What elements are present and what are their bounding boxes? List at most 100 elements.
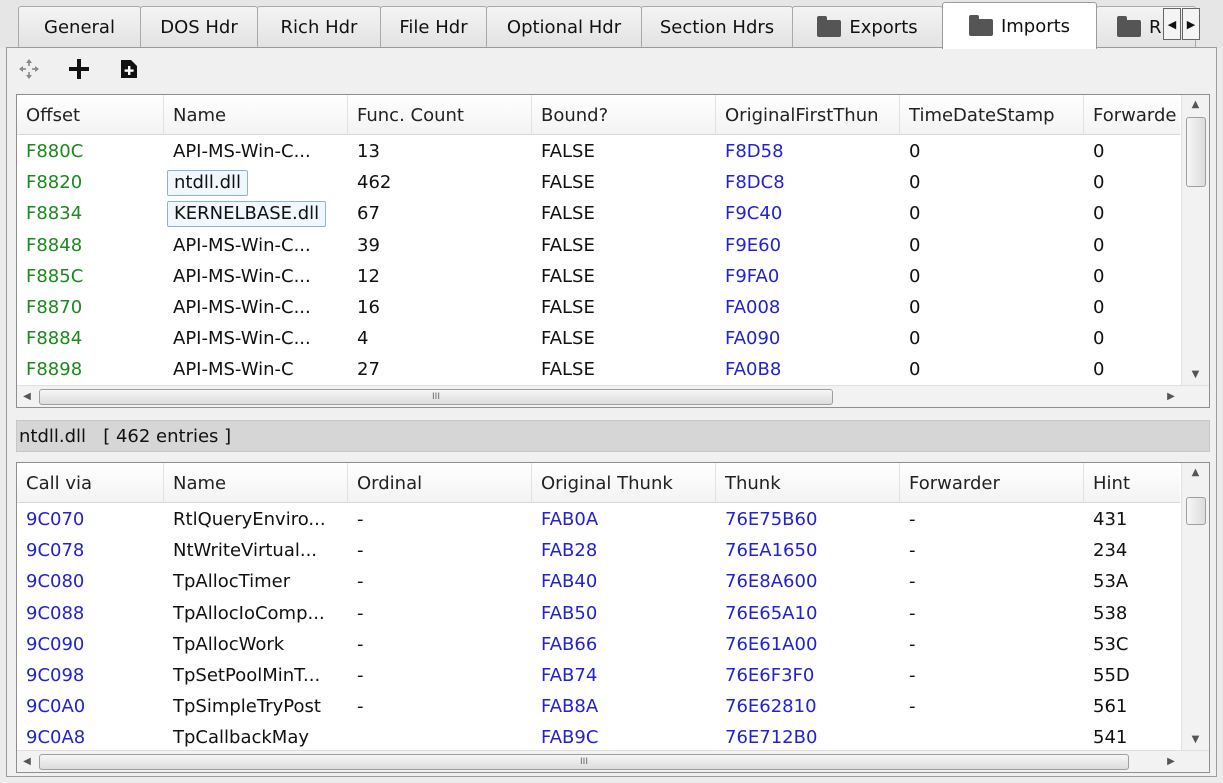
call-via-cell[interactable]: 9C0A0	[17, 690, 164, 721]
tab-dos-hdr[interactable]: DOS Hdr	[140, 6, 258, 48]
tab-scroll-left-button[interactable]: ◀	[1163, 8, 1181, 40]
table-row[interactable]: F8884 API-MS-Win-C... 4 FALSE FA090 0 0	[17, 322, 1180, 353]
functions-vertical-scrollbar[interactable]: ▲ ▼	[1181, 463, 1209, 750]
table-row[interactable]: F880C API-MS-Win-C... 13 FALSE F8D58 0 0	[17, 135, 1180, 166]
table-row[interactable]: F8898 API-MS-Win-C 27 FALSE FA0B8 0 0	[17, 353, 1180, 384]
tab-resources[interactable]: R	[1096, 6, 1196, 48]
name-cell: TpAllocWork	[173, 633, 285, 655]
column-header-forwarder[interactable]: Forwarde	[1084, 95, 1180, 135]
scroll-up-icon[interactable]: ▲	[1182, 95, 1209, 115]
scroll-left-icon[interactable]: ◀	[17, 751, 37, 772]
call-via-cell[interactable]: 9C0A8	[17, 721, 164, 750]
scroll-up-icon[interactable]: ▲	[1182, 463, 1209, 483]
original-first-thunk-cell[interactable]: F9C40	[716, 197, 900, 228]
column-header-ordinal[interactable]: Ordinal	[348, 463, 532, 503]
original-thunk-cell[interactable]: FAB74	[532, 659, 716, 690]
thunk-cell[interactable]: 76E8A600	[716, 565, 900, 596]
table-row[interactable]: 9C0A8 TpCallbackMay FAB9C 76E712B0 541	[17, 721, 1180, 750]
thunk-cell[interactable]: 76EA1650	[716, 534, 900, 565]
imports-horizontal-scrollbar[interactable]: ◀ III ▶	[17, 385, 1209, 407]
column-header-forwarder[interactable]: Forwarder	[900, 463, 1084, 503]
add-file-button[interactable]	[115, 55, 143, 83]
table-row[interactable]: 9C0A0 TpSimpleTryPost - FAB8A 76E62810 -…	[17, 690, 1180, 721]
tab-general[interactable]: General	[18, 6, 141, 48]
thunk-cell[interactable]: 76E75B60	[716, 503, 900, 534]
name-edit-box[interactable]: KERNELBASE.dll	[167, 201, 327, 228]
name-edit-box[interactable]: ntdll.dll	[167, 170, 249, 197]
table-row[interactable]: F8820 ntdll.dll 462 FALSE F8DC8 0 0	[17, 166, 1180, 197]
column-header-offset[interactable]: Offset	[17, 95, 164, 135]
column-header-call-via[interactable]: Call via	[17, 463, 164, 503]
original-first-thunk-cell[interactable]: FA0B8	[716, 353, 900, 384]
table-row[interactable]: F8834 KERNELBASE.dll 67 FALSE F9C40 0 0	[17, 197, 1180, 228]
scrollbar-thumb[interactable]: III	[39, 389, 833, 405]
ordinal-cell: -	[357, 633, 364, 655]
scroll-down-icon[interactable]: ▼	[1182, 730, 1209, 750]
table-row[interactable]: 9C080 TpAllocTimer - FAB40 76E8A600 - 53…	[17, 565, 1180, 596]
call-via-cell[interactable]: 9C078	[17, 534, 164, 565]
call-via-cell[interactable]: 9C070	[17, 503, 164, 534]
thunk-cell[interactable]: 76E6F3F0	[716, 659, 900, 690]
column-header-bound[interactable]: Bound?	[532, 95, 716, 135]
column-header-original-first-thunk[interactable]: OriginalFirstThun	[716, 95, 900, 135]
original-first-thunk-cell[interactable]: F9E60	[716, 229, 900, 260]
tab-optional-hdr[interactable]: Optional Hdr	[486, 6, 642, 48]
scrollbar-thumb[interactable]	[1186, 497, 1206, 525]
tab-imports[interactable]: Imports	[942, 2, 1097, 49]
original-first-thunk-cell[interactable]: FA090	[716, 322, 900, 353]
column-header-thunk[interactable]: Thunk	[716, 463, 900, 503]
original-thunk-cell[interactable]: FAB8A	[532, 690, 716, 721]
table-row[interactable]: 9C070 RtlQueryEnviro... - FAB0A 76E75B60…	[17, 503, 1180, 534]
column-header-name[interactable]: Name	[164, 95, 348, 135]
table-row[interactable]: F8848 API-MS-Win-C... 39 FALSE F9E60 0 0	[17, 229, 1180, 260]
thunk-cell[interactable]: 76E65A10	[716, 597, 900, 628]
column-header-name[interactable]: Name	[164, 463, 348, 503]
scroll-left-icon[interactable]: ◀	[17, 386, 37, 407]
call-via-cell[interactable]: 9C088	[17, 597, 164, 628]
tab-scroll-right-button[interactable]: ▶	[1182, 8, 1200, 40]
table-row[interactable]: F885C API-MS-Win-C... 12 FALSE F9FA0 0 0	[17, 260, 1180, 291]
column-header-time-date-stamp[interactable]: TimeDateStamp	[900, 95, 1084, 135]
original-thunk-cell[interactable]: FAB28	[532, 534, 716, 565]
original-first-thunk-cell[interactable]: F8D58	[716, 135, 900, 166]
thunk-cell[interactable]: 76E712B0	[716, 721, 900, 750]
original-first-thunk-cell[interactable]: F8DC8	[716, 166, 900, 197]
offset-cell: F8884	[26, 328, 83, 350]
original-thunk-cell[interactable]: FAB9C	[532, 721, 716, 750]
call-via-cell[interactable]: 9C098	[17, 659, 164, 690]
original-thunk-cell[interactable]: FAB40	[532, 565, 716, 596]
thunk-cell[interactable]: 76E61A00	[716, 628, 900, 659]
add-button[interactable]	[65, 55, 93, 83]
tab-section-hdrs[interactable]: Section Hdrs	[641, 6, 793, 48]
scrollbar-thumb[interactable]	[1186, 117, 1206, 187]
call-via-cell[interactable]: 9C080	[17, 565, 164, 596]
original-thunk-cell[interactable]: FAB66	[532, 628, 716, 659]
scrollbar-thumb[interactable]: III	[39, 754, 1129, 770]
scroll-right-icon[interactable]: ▶	[1161, 751, 1181, 772]
column-header-original-thunk[interactable]: Original Thunk	[532, 463, 716, 503]
imports-vertical-scrollbar[interactable]: ▲ ▼	[1181, 95, 1209, 385]
functions-horizontal-scrollbar[interactable]: ◀ III ▶	[17, 750, 1209, 772]
name-cell: ntdll.dll	[164, 166, 348, 197]
table-row[interactable]: F8870 API-MS-Win-C... 16 FALSE FA008 0 0	[17, 291, 1180, 322]
tab-file-hdr[interactable]: File Hdr	[380, 6, 487, 48]
original-first-thunk-cell[interactable]: F9FA0	[716, 260, 900, 291]
tab-rich-hdr[interactable]: Rich Hdr	[257, 6, 381, 48]
original-first-thunk-cell[interactable]: FA008	[716, 291, 900, 322]
move-button[interactable]	[15, 55, 43, 83]
tab-exports[interactable]: Exports	[792, 6, 943, 48]
column-header-hint[interactable]: Hint	[1084, 463, 1180, 503]
table-row[interactable]: 9C090 TpAllocWork - FAB66 76E61A00 - 53C	[17, 628, 1180, 659]
original-thunk-cell[interactable]: FAB0A	[532, 503, 716, 534]
column-header-func-count[interactable]: Func. Count	[348, 95, 532, 135]
original-thunk-cell[interactable]: FAB50	[532, 597, 716, 628]
name-cell: API-MS-Win-C	[173, 359, 294, 381]
call-via-cell[interactable]: 9C090	[17, 628, 164, 659]
table-row[interactable]: 9C088 TpAllocIoComp... - FAB50 76E65A10 …	[17, 597, 1180, 628]
scroll-down-icon[interactable]: ▼	[1182, 365, 1209, 385]
table-row[interactable]: 9C098 TpSetPoolMinT... - FAB74 76E6F3F0 …	[17, 659, 1180, 690]
scroll-right-icon[interactable]: ▶	[1161, 386, 1181, 407]
thunk-cell[interactable]: 76E62810	[716, 690, 900, 721]
table-row[interactable]: 9C078 NtWriteVirtual... - FAB28 76EA1650…	[17, 534, 1180, 565]
forwarder-cell: 0	[1093, 328, 1105, 350]
